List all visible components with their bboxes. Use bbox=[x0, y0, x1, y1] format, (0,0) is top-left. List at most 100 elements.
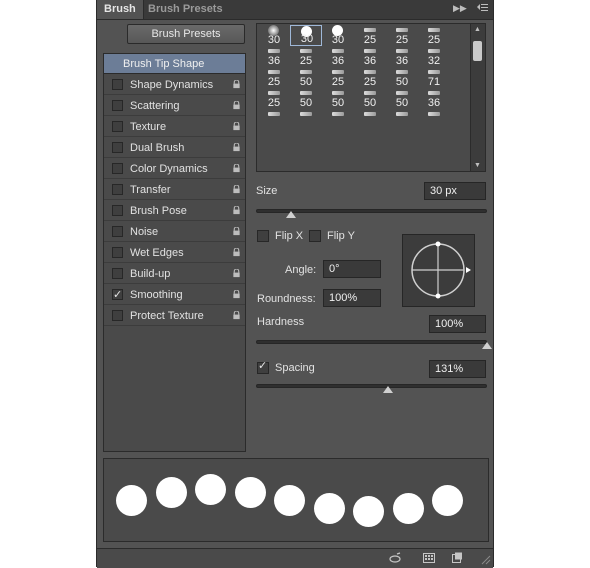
option-checkbox[interactable] bbox=[112, 79, 123, 90]
brush-tip-cell[interactable]: 25 bbox=[418, 25, 450, 46]
option-shape-dynamics[interactable]: Shape Dynamics bbox=[104, 75, 245, 95]
brush-tip-cell[interactable]: 25 bbox=[354, 67, 386, 88]
angle-crosshair-icon bbox=[411, 241, 471, 299]
brush-tip-thumbnail-icon bbox=[428, 49, 440, 53]
option-checkbox[interactable] bbox=[112, 268, 123, 279]
option-checkbox[interactable] bbox=[112, 226, 123, 237]
brush-tip-cell[interactable] bbox=[354, 109, 386, 130]
brush-tip-cell[interactable]: 25 bbox=[322, 67, 354, 88]
option-smoothing[interactable]: Smoothing bbox=[104, 285, 245, 305]
lock-icon[interactable] bbox=[232, 143, 241, 152]
spacing-checkbox[interactable] bbox=[257, 359, 269, 374]
tab-brush[interactable]: Brush bbox=[97, 0, 144, 19]
option-texture[interactable]: Texture bbox=[104, 117, 245, 137]
brush-tip-cell[interactable] bbox=[258, 109, 290, 130]
brush-tip-cell[interactable]: 36 bbox=[386, 46, 418, 67]
roundness-field[interactable]: 100% bbox=[323, 289, 381, 307]
collapse-icon[interactable]: ▶▶ bbox=[453, 3, 467, 14]
brush-tip-cell[interactable]: 32 bbox=[418, 46, 450, 67]
new-brush-icon[interactable] bbox=[451, 552, 463, 564]
grid-scrollbar[interactable]: ▲ ▼ bbox=[470, 24, 485, 171]
brush-tip-cell[interactable]: 25 bbox=[258, 67, 290, 88]
size-field[interactable]: 30 px bbox=[424, 182, 486, 200]
brush-tip-cell[interactable]: 71 bbox=[418, 67, 450, 88]
lock-icon[interactable] bbox=[232, 248, 241, 257]
option-checkbox[interactable] bbox=[112, 205, 123, 216]
lock-icon[interactable] bbox=[232, 80, 241, 89]
spacing-field[interactable]: 131% bbox=[429, 360, 486, 378]
angle-roundness-widget[interactable] bbox=[402, 234, 475, 307]
option-brush-pose[interactable]: Brush Pose bbox=[104, 201, 245, 221]
option-scattering[interactable]: Scattering bbox=[104, 96, 245, 116]
brush-tip-cell[interactable]: 25 bbox=[386, 25, 418, 46]
lock-icon[interactable] bbox=[232, 185, 241, 194]
option-build-up[interactable]: Build-up bbox=[104, 264, 245, 284]
resize-grip-icon[interactable] bbox=[481, 555, 491, 565]
option-label: Smoothing bbox=[130, 289, 183, 301]
option-brush-tip-shape[interactable]: Brush Tip Shape bbox=[104, 54, 245, 74]
option-checkbox[interactable] bbox=[112, 142, 123, 153]
brush-tip-cell[interactable]: 36 bbox=[258, 46, 290, 67]
lock-icon[interactable] bbox=[232, 269, 241, 278]
brush-presets-button[interactable]: Brush Presets bbox=[127, 24, 245, 44]
lock-icon[interactable] bbox=[232, 101, 241, 110]
brush-tip-cell[interactable]: 36 bbox=[354, 46, 386, 67]
lock-icon[interactable] bbox=[232, 122, 241, 131]
option-checkbox[interactable] bbox=[112, 163, 123, 174]
tab-brush-presets[interactable]: Brush Presets bbox=[141, 0, 230, 19]
lock-icon[interactable] bbox=[232, 227, 241, 236]
lock-icon[interactable] bbox=[232, 290, 241, 299]
scroll-down-icon[interactable]: ▼ bbox=[474, 162, 481, 169]
option-wet-edges[interactable]: Wet Edges bbox=[104, 243, 245, 263]
preview-brush-dot bbox=[313, 492, 345, 524]
brush-tip-thumbnail-icon bbox=[300, 49, 312, 53]
brush-tip-cell[interactable]: 50 bbox=[354, 88, 386, 109]
size-slider-knob[interactable] bbox=[285, 211, 296, 218]
spacing-slider-track[interactable] bbox=[256, 384, 487, 388]
lock-icon[interactable] bbox=[232, 164, 241, 173]
brush-tip-cell[interactable]: 30 bbox=[290, 25, 322, 46]
option-checkbox[interactable] bbox=[112, 247, 123, 258]
brush-tip-cell[interactable] bbox=[386, 109, 418, 130]
option-checkbox[interactable] bbox=[112, 184, 123, 195]
option-noise[interactable]: Noise bbox=[104, 222, 245, 242]
option-checkbox[interactable] bbox=[112, 100, 123, 111]
scroll-thumb[interactable] bbox=[473, 41, 482, 61]
brush-tip-cell[interactable]: 25 bbox=[290, 46, 322, 67]
lock-icon[interactable] bbox=[232, 206, 241, 215]
option-checkbox[interactable] bbox=[112, 310, 123, 321]
brush-tip-thumbnail-icon bbox=[300, 112, 312, 116]
spacing-slider-knob[interactable] bbox=[382, 386, 393, 393]
brush-tip-cell[interactable]: 36 bbox=[418, 88, 450, 109]
brush-tip-cell[interactable]: 30 bbox=[258, 25, 290, 46]
brush-grid-icon[interactable] bbox=[423, 552, 435, 564]
toggle-live-tip-icon[interactable] bbox=[389, 552, 401, 564]
brush-tip-cell[interactable]: 25 bbox=[258, 88, 290, 109]
hardness-slider-track[interactable] bbox=[256, 340, 487, 344]
angle-field[interactable]: 0° bbox=[323, 260, 381, 278]
scroll-up-icon[interactable]: ▲ bbox=[474, 26, 481, 33]
flip-y-checkbox[interactable] bbox=[309, 230, 321, 242]
option-checkbox[interactable] bbox=[112, 285, 123, 305]
lock-icon[interactable] bbox=[232, 311, 241, 320]
brush-tip-cell[interactable]: 50 bbox=[290, 67, 322, 88]
brush-tip-cell[interactable] bbox=[322, 109, 354, 130]
option-transfer[interactable]: Transfer bbox=[104, 180, 245, 200]
brush-tip-cell[interactable]: 30 bbox=[322, 25, 354, 46]
panel-menu-icon[interactable] bbox=[477, 3, 488, 14]
option-protect-texture[interactable]: Protect Texture bbox=[104, 306, 245, 326]
brush-tip-cell[interactable]: 50 bbox=[386, 88, 418, 109]
brush-tip-cell[interactable]: 50 bbox=[290, 88, 322, 109]
brush-tip-cell[interactable] bbox=[418, 109, 450, 130]
hardness-field[interactable]: 100% bbox=[429, 315, 486, 333]
brush-tip-cell[interactable] bbox=[290, 109, 322, 130]
option-checkbox[interactable] bbox=[112, 121, 123, 132]
brush-tip-cell[interactable]: 50 bbox=[322, 88, 354, 109]
flip-x-checkbox[interactable] bbox=[257, 230, 269, 242]
option-color-dynamics[interactable]: Color Dynamics bbox=[104, 159, 245, 179]
brush-tip-cell[interactable]: 36 bbox=[322, 46, 354, 67]
hardness-slider-knob[interactable] bbox=[482, 342, 492, 349]
brush-tip-cell[interactable]: 25 bbox=[354, 25, 386, 46]
option-dual-brush[interactable]: Dual Brush bbox=[104, 138, 245, 158]
brush-tip-cell[interactable]: 50 bbox=[386, 67, 418, 88]
